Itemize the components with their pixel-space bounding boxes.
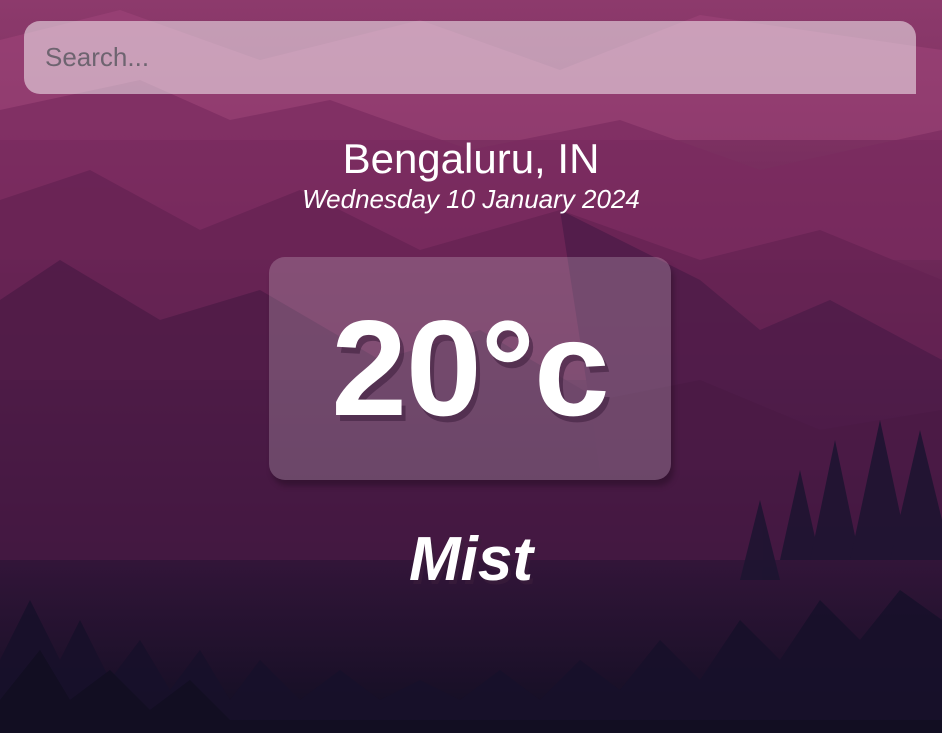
weather-condition: Mist	[409, 525, 533, 594]
current-date: Wednesday 10 January 2024	[302, 184, 640, 214]
temperature-card: 20°c	[269, 257, 671, 480]
weather-app: Bengaluru, IN Wednesday 10 January 2024 …	[0, 0, 942, 733]
search-input[interactable]	[24, 21, 916, 94]
temperature-value: 20°c	[331, 292, 609, 444]
search-bar	[24, 21, 916, 94]
location-name: Bengaluru, IN	[342, 135, 600, 182]
